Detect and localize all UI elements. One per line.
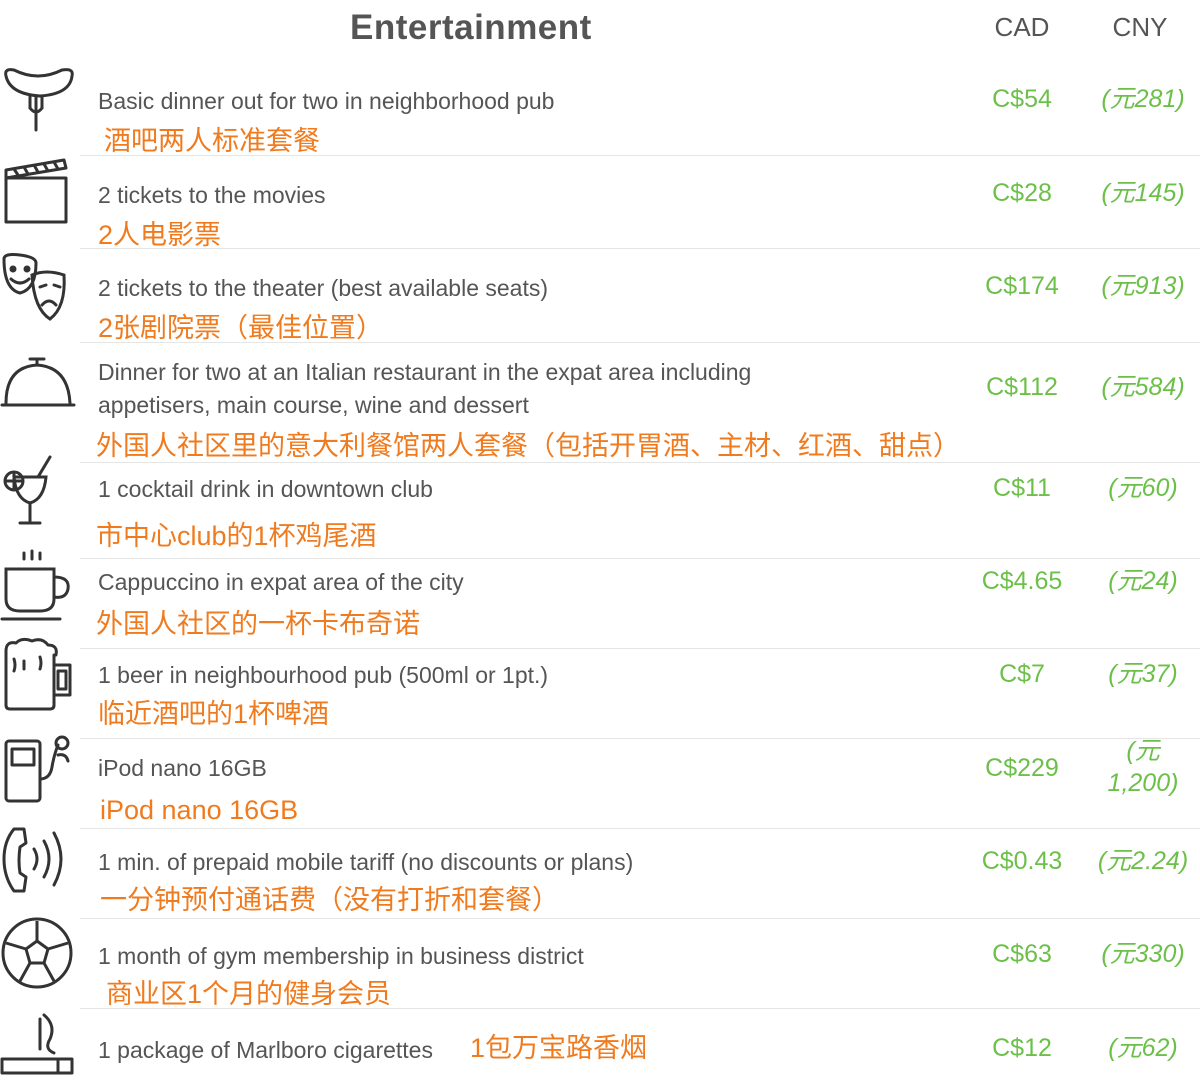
table-row: Basic dinner out for two in neighborhood… [0, 62, 1200, 156]
price-cny: (元913) [1101, 272, 1185, 300]
clapperboard-icon [0, 156, 78, 236]
price-cny: (元281) [1101, 85, 1185, 113]
table-row: 2 tickets to the movies 2人电影票 C$28 (元145… [0, 156, 1200, 250]
item-description-zh: 2张剧院票（最佳位置） [98, 313, 384, 343]
price-cny: (元145) [1101, 179, 1185, 207]
price-cad: C$4.65 [981, 567, 1063, 595]
price-cny: (元24) [1108, 567, 1178, 595]
item-description-zh: 一分钟预付通话费（没有打折和套餐） [100, 885, 559, 915]
item-description-zh: 商业区1个月的健身会员 [106, 979, 392, 1009]
price-cad: C$112 [986, 373, 1058, 401]
price-cad: C$54 [992, 85, 1052, 113]
price-cad: C$28 [992, 179, 1052, 207]
price-cny: (元62) [1108, 1034, 1178, 1062]
phone-ringing-icon [0, 821, 78, 901]
table-row: 1 beer in neighbourhood pub (500ml or 1p… [0, 637, 1200, 739]
item-description: iPod nano 16GB [98, 755, 267, 781]
ipod-icon [0, 735, 78, 815]
item-description-zh: 临近酒吧的1杯啤酒 [98, 699, 330, 729]
item-description: 1 min. of prepaid mobile tariff (no disc… [98, 849, 634, 875]
table-row: Dinner for two at an Italian restaurant … [0, 343, 1200, 463]
cigarette-icon [0, 1009, 78, 1088]
item-description-zh: 市中心club的1杯鸡尾酒 [96, 521, 377, 551]
column-header-cad: CAD [994, 12, 1050, 42]
sausage-fork-icon [0, 64, 78, 144]
item-description-zh: 外国人社区的一杯卡布奇诺 [96, 609, 420, 639]
entertainment-price-table: Entertainment CAD CNY Basic dinner out f… [0, 0, 1200, 1088]
price-cad: C$11 [993, 474, 1051, 502]
item-description-line1: Dinner for two at an Italian restaurant … [98, 359, 752, 385]
item-description-zh: 酒吧两人标准套餐 [104, 126, 320, 156]
item-description: 1 cocktail drink in downtown club [98, 476, 433, 502]
item-description: 2 tickets to the theater (best available… [98, 275, 549, 301]
table-row: 1 min. of prepaid mobile tariff (no disc… [0, 827, 1200, 919]
table-row: 2 tickets to the theater (best available… [0, 249, 1200, 343]
price-cad: C$0.43 [981, 847, 1063, 875]
item-description: 2 tickets to the movies [98, 182, 326, 208]
price-cny: (元37) [1108, 660, 1178, 688]
item-description: 1 package of Marlboro cigarettes [98, 1037, 433, 1063]
item-description: 1 month of gym membership in business di… [98, 943, 584, 969]
price-cny-line1: (元 [1126, 737, 1160, 765]
price-cad: C$12 [992, 1034, 1052, 1062]
item-description-zh: 1包万宝路香烟 [470, 1033, 648, 1063]
cocktail-glass-icon [0, 449, 78, 529]
serving-cloche-icon [0, 349, 78, 429]
soccer-ball-icon [0, 913, 78, 993]
item-description: Basic dinner out for two in neighborhood… [98, 88, 555, 114]
item-description: 1 beer in neighbourhood pub (500ml or 1p… [98, 662, 549, 688]
item-description-zh: 外国人社区里的意大利餐馆两人套餐（包括开胃酒、主材、红酒、甜点） [96, 431, 960, 461]
table-row: Cappuccino in expat area of the city 外国人… [0, 549, 1200, 649]
price-cad: C$174 [985, 272, 1059, 300]
column-header-cny: CNY [1112, 12, 1168, 42]
table-header: Entertainment CAD CNY [0, 0, 1200, 60]
price-cad: C$229 [985, 754, 1059, 782]
item-description-zh: iPod nano 16GB [100, 795, 299, 825]
item-description-line2: appetisers, main course, wine and desser… [98, 392, 529, 418]
table-row: 1 package of Marlboro cigarettes 1包万宝路香烟… [0, 1009, 1200, 1088]
beer-mug-icon [0, 635, 78, 715]
coffee-cup-icon [0, 545, 78, 625]
price-cny: (元2.24) [1097, 847, 1189, 875]
price-cny: (元60) [1108, 474, 1178, 502]
table-row: 1 month of gym membership in business di… [0, 917, 1200, 1009]
price-cny: (元584) [1101, 373, 1185, 401]
price-cad: C$63 [992, 940, 1052, 968]
table-row: iPod nano 16GB iPod nano 16GB C$229 (元 1… [0, 735, 1200, 829]
section-title: Entertainment [350, 8, 592, 47]
price-cny-line2: 1,200) [1107, 769, 1179, 797]
item-description: Cappuccino in expat area of the city [98, 569, 464, 595]
table-row: 1 cocktail drink in downtown club 市中心clu… [0, 455, 1200, 559]
price-cny: (元330) [1101, 940, 1185, 968]
item-description-zh: 2人电影票 [98, 220, 222, 250]
price-cad: C$7 [999, 660, 1045, 688]
theater-masks-icon [0, 249, 78, 329]
